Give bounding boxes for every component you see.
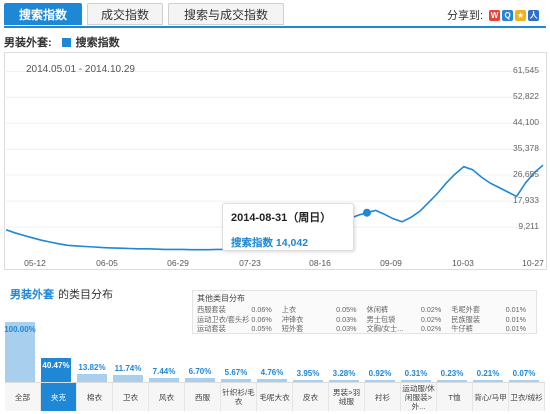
x-tick-label: 06-29: [167, 258, 189, 268]
category-title: 男装外套:: [4, 37, 52, 49]
tab-search-and-transaction[interactable]: 搜索与成交指数: [168, 3, 284, 25]
share-label: 分享到:: [447, 10, 484, 22]
category-tab[interactable]: 西服: [185, 383, 221, 411]
chart-tooltip: 2014-08-31（周日） 搜索指数 14,042: [222, 203, 354, 251]
legend-swatch: [61, 37, 71, 47]
category-tab[interactable]: 夹克: [41, 383, 77, 411]
category-tab[interactable]: 棉衣: [77, 383, 113, 411]
distribution-title: 男装外套 的类目分布: [10, 286, 113, 302]
distribution-bar-label: 5.67%: [224, 367, 248, 377]
chart-legend: 男装外套: 搜索指数: [4, 34, 120, 50]
y-tick-label: 52,822: [513, 91, 539, 102]
distribution-bar-label: 3.95%: [296, 368, 320, 378]
category-tab[interactable]: 皮衣: [293, 383, 329, 411]
category-tab[interactable]: 毛呢大衣: [257, 383, 293, 411]
distribution-bar-label: 40.47%: [42, 360, 70, 370]
category-tab[interactable]: 运动服/休闲服装>外...: [401, 383, 437, 411]
x-tick-label: 09-09: [380, 258, 402, 268]
distribution-bar-label: 7.44%: [152, 366, 176, 376]
tooltip-value: 14,042: [275, 237, 309, 249]
share-bar: 分享到: W Q ★ 人: [447, 7, 540, 23]
y-tick-label: 61,545: [513, 65, 539, 76]
x-tick-label: 05-12: [24, 258, 46, 268]
distribution-bar-label: 0.23%: [440, 369, 464, 378]
category-tab[interactable]: 全部: [5, 383, 41, 411]
x-tick-label: 10-03: [452, 258, 474, 268]
distribution-bars: 100.00% 40.47% 13.82% 11.74% 7.44% 6.70% 5.67%…: [4, 312, 545, 382]
tab-transaction-index[interactable]: 成交指数: [87, 3, 163, 25]
star-icon[interactable]: ★: [515, 9, 527, 21]
tab-underline: [4, 26, 546, 28]
category-tab[interactable]: 针织衫/毛衣: [221, 383, 257, 411]
other-category-title: 其他类目分布: [197, 294, 245, 303]
category-tab[interactable]: T恤: [437, 383, 473, 411]
tooltip-value-line: 搜索指数 14,042: [231, 235, 345, 250]
category-tab[interactable]: 衬衫: [365, 383, 401, 411]
distribution-bar-label: 6.70%: [188, 366, 212, 376]
distribution-bar-label: 100.00%: [4, 325, 36, 334]
tooltip-weekday: 周日: [298, 212, 321, 224]
x-tick-label: 06-05: [96, 258, 118, 268]
distribution-bar-label: 13.82%: [78, 362, 106, 372]
distribution-categories: 全部 夹克 棉衣 卫衣 风衣 西服 针织衫/毛衣 毛呢大衣 皮衣 男装>羽绒服 衬衫 运动服/休闲服装…: [5, 382, 545, 411]
distribution-bar-label: 0.92%: [368, 369, 392, 378]
date-range: 2014.05.01 - 2014.10.29: [26, 64, 135, 75]
category-tab[interactable]: 风衣: [149, 383, 185, 411]
y-tick-label: 35,378: [513, 143, 539, 154]
index-tabs: 搜索指数 成交指数 搜索与成交指数: [4, 3, 289, 27]
category-tab[interactable]: 卫衣/绒衫: [509, 383, 545, 411]
distribution-bar-label: 3.28%: [332, 369, 356, 378]
distribution-bar-label: 0.07%: [512, 369, 536, 378]
distribution-category: 男装外套: [10, 289, 54, 301]
y-tick-label: 17,933: [513, 195, 539, 206]
x-tick-label: 10-27: [522, 258, 544, 268]
distribution-bar[interactable]: [113, 374, 143, 382]
tab-search-index[interactable]: 搜索指数: [4, 3, 82, 25]
category-tab[interactable]: 男装>羽绒服: [329, 383, 365, 411]
renren-icon[interactable]: 人: [528, 9, 540, 21]
y-tick-label: 26,655: [513, 169, 539, 180]
distribution-bar-label: 11.74%: [114, 363, 142, 373]
qzone-icon[interactable]: Q: [502, 9, 514, 21]
distribution-bar-label: 4.76%: [260, 368, 284, 378]
category-tab[interactable]: 背心/马甲: [473, 383, 509, 411]
tooltip-date-line: 2014-08-31（周日）: [231, 212, 332, 224]
distribution-bar[interactable]: [77, 373, 107, 382]
tooltip-label: 搜索指数: [231, 237, 273, 249]
distribution-bar-label: 0.21%: [476, 369, 500, 378]
distribution-suffix: 的类目分布: [58, 289, 113, 301]
legend-series-label: 搜索指数: [75, 37, 120, 49]
distribution-bar-label: 0.31%: [404, 369, 428, 378]
x-tick-label: 08-16: [309, 258, 331, 268]
y-tick-label: 9,211: [518, 221, 539, 232]
y-tick-label: 44,100: [513, 117, 539, 128]
category-tab[interactable]: 卫衣: [113, 383, 149, 411]
weibo-icon[interactable]: W: [489, 9, 501, 21]
tooltip-date: 2014-08-31: [231, 212, 288, 224]
x-tick-label: 07-23: [239, 258, 261, 268]
